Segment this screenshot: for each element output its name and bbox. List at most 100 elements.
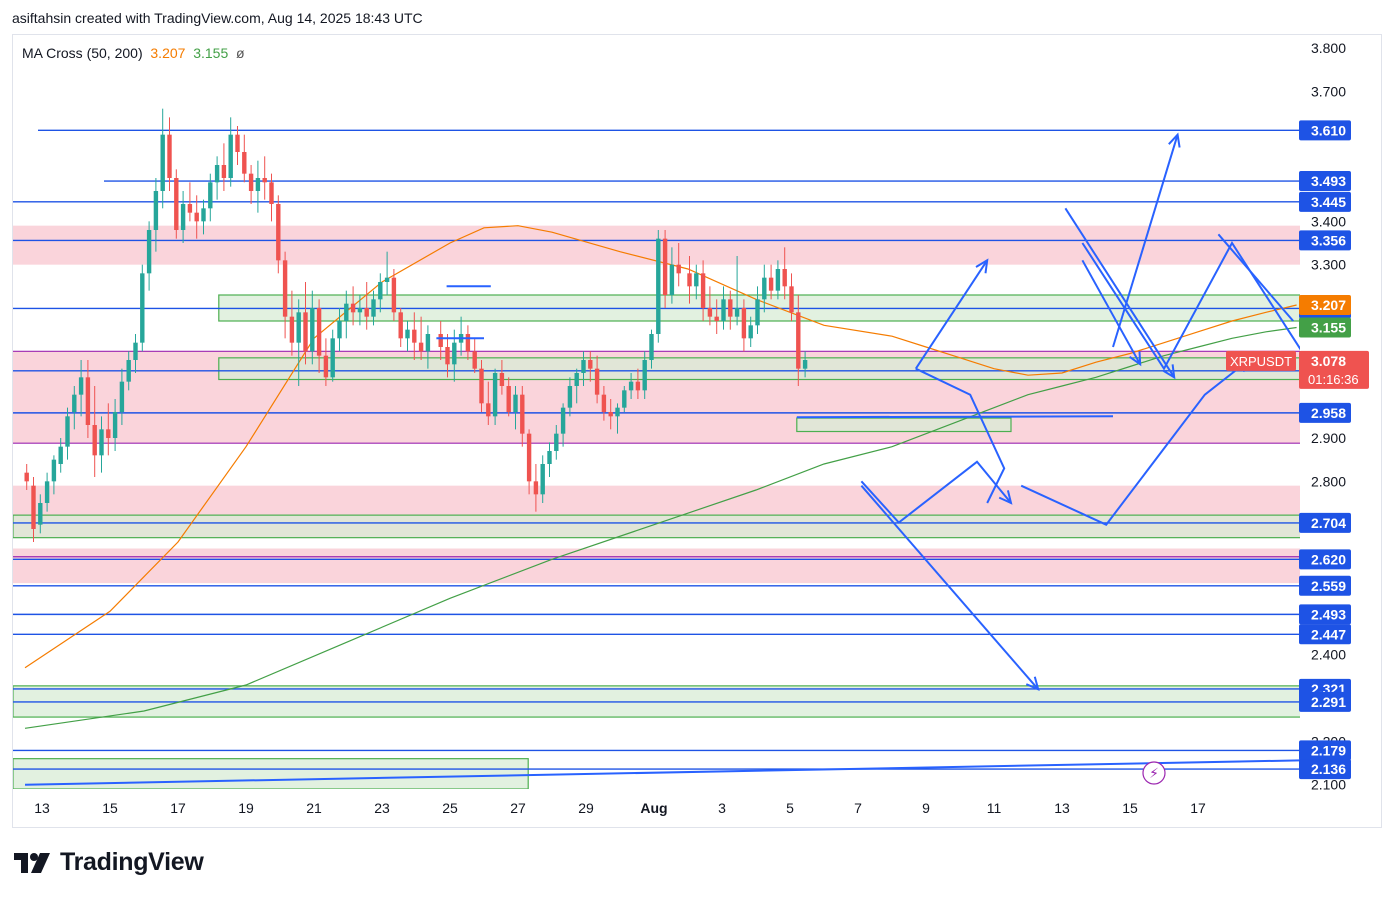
price-tick: 2.900 — [1311, 430, 1346, 446]
price-tick: 3.700 — [1311, 83, 1346, 99]
svg-text:⚡: ⚡ — [1149, 765, 1159, 781]
candle — [214, 156, 220, 200]
trend-line — [796, 415, 1114, 419]
candle-body — [303, 312, 308, 352]
candle-body — [412, 329, 417, 343]
candle-body — [85, 377, 91, 425]
price-chart[interactable]: 3.8003.7003.4003.3002.9002.8002.4002.300… — [0, 0, 1392, 900]
candle-body — [58, 446, 63, 464]
candle — [160, 108, 165, 209]
candle-body — [357, 308, 363, 313]
candle — [140, 264, 145, 352]
candle — [405, 321, 410, 352]
time-tick: 29 — [578, 800, 594, 816]
level-label: 2.559 — [1311, 578, 1346, 594]
countdown: 01:16:36 — [1308, 372, 1359, 387]
candle-body — [499, 373, 505, 386]
candle-body — [24, 472, 29, 482]
time-axis: 13 15 17 19 21 23 25 27 29 Aug 3 5 7 9 11 13 15 17 — [34, 800, 1206, 816]
candle-body — [418, 342, 424, 352]
level-label: 3.155 — [1311, 320, 1346, 336]
candle — [146, 221, 152, 291]
candle-body — [789, 286, 794, 313]
candle-body — [734, 308, 740, 317]
ma50-line — [24, 225, 1297, 669]
replay-icon[interactable]: ⚡ — [1142, 761, 1166, 785]
candle-body — [153, 191, 159, 230]
candle-body — [425, 334, 431, 352]
time-tick: 9 — [922, 800, 930, 816]
level-label: 2.958 — [1311, 405, 1346, 421]
time-tick: 3 — [718, 800, 726, 816]
candle-body — [242, 152, 247, 174]
indicator-settings-icon[interactable]: ø — [236, 45, 245, 61]
candle-body — [622, 390, 627, 408]
level-label: 3.207 — [1311, 297, 1346, 313]
candle-body — [768, 277, 774, 291]
time-tick: 25 — [442, 800, 458, 816]
candle-body — [520, 394, 525, 434]
candle-body — [707, 308, 713, 317]
price-tick: 3.300 — [1311, 257, 1346, 273]
candle-body — [649, 334, 654, 360]
candle-body — [796, 312, 801, 369]
candle — [721, 286, 726, 330]
candle-body — [513, 394, 518, 412]
candle-body — [492, 373, 498, 417]
candle-body — [140, 273, 145, 343]
candle-body — [119, 381, 125, 412]
candle-body — [296, 312, 301, 343]
time-tick: 11 — [987, 800, 1002, 816]
tradingview-logo: TradingView — [14, 848, 204, 877]
candle-body — [194, 212, 199, 222]
candle-body — [187, 204, 193, 213]
candle-body — [146, 230, 152, 274]
candle-body — [384, 277, 390, 282]
zones-layer — [13, 225, 1300, 789]
time-tick: 15 — [102, 800, 118, 816]
candle-body — [755, 299, 760, 326]
candle-body — [479, 368, 484, 404]
candle-body — [221, 165, 227, 178]
candle-body — [452, 342, 457, 365]
time-tick: 15 — [1122, 800, 1138, 816]
level-label: 2.447 — [1311, 626, 1346, 642]
candle-body — [276, 204, 281, 261]
candle-body — [99, 429, 104, 456]
brand-name: TradingView — [60, 848, 204, 876]
level-label: 3.610 — [1311, 122, 1346, 138]
candle-body — [526, 433, 532, 482]
candle-body — [748, 325, 753, 339]
candle-body — [608, 412, 613, 417]
indicator-legend[interactable]: MA Cross (50, 200) 3.207 3.155 ø — [22, 45, 245, 61]
candle-body — [775, 269, 781, 291]
candle-body — [398, 312, 403, 339]
candle — [235, 126, 240, 165]
candle-body — [330, 338, 335, 378]
time-tick: 19 — [238, 800, 254, 816]
candle-body — [628, 381, 634, 391]
candle-body — [180, 204, 186, 230]
candle-body — [126, 360, 131, 382]
candle — [472, 338, 477, 373]
candle-body — [289, 316, 295, 343]
candle-body — [269, 182, 274, 204]
level-label: 2.704 — [1311, 515, 1346, 531]
candle — [262, 156, 267, 200]
candle-body — [337, 321, 342, 339]
candle — [526, 429, 532, 495]
candle-body — [687, 273, 692, 287]
candle-body — [642, 360, 647, 391]
candle-body — [533, 481, 539, 495]
level-label: 2.620 — [1311, 551, 1346, 567]
candle-body — [560, 407, 566, 434]
candle-body — [601, 394, 607, 412]
indicator-name: MA Cross (50, 200) — [22, 45, 143, 61]
price-tick: 2.800 — [1311, 473, 1346, 489]
candle-body — [465, 334, 471, 352]
candle-body — [472, 351, 477, 369]
green-zone — [796, 417, 1012, 433]
candle — [547, 442, 552, 477]
candle — [398, 308, 403, 347]
ma50-value: 3.207 — [150, 45, 186, 61]
